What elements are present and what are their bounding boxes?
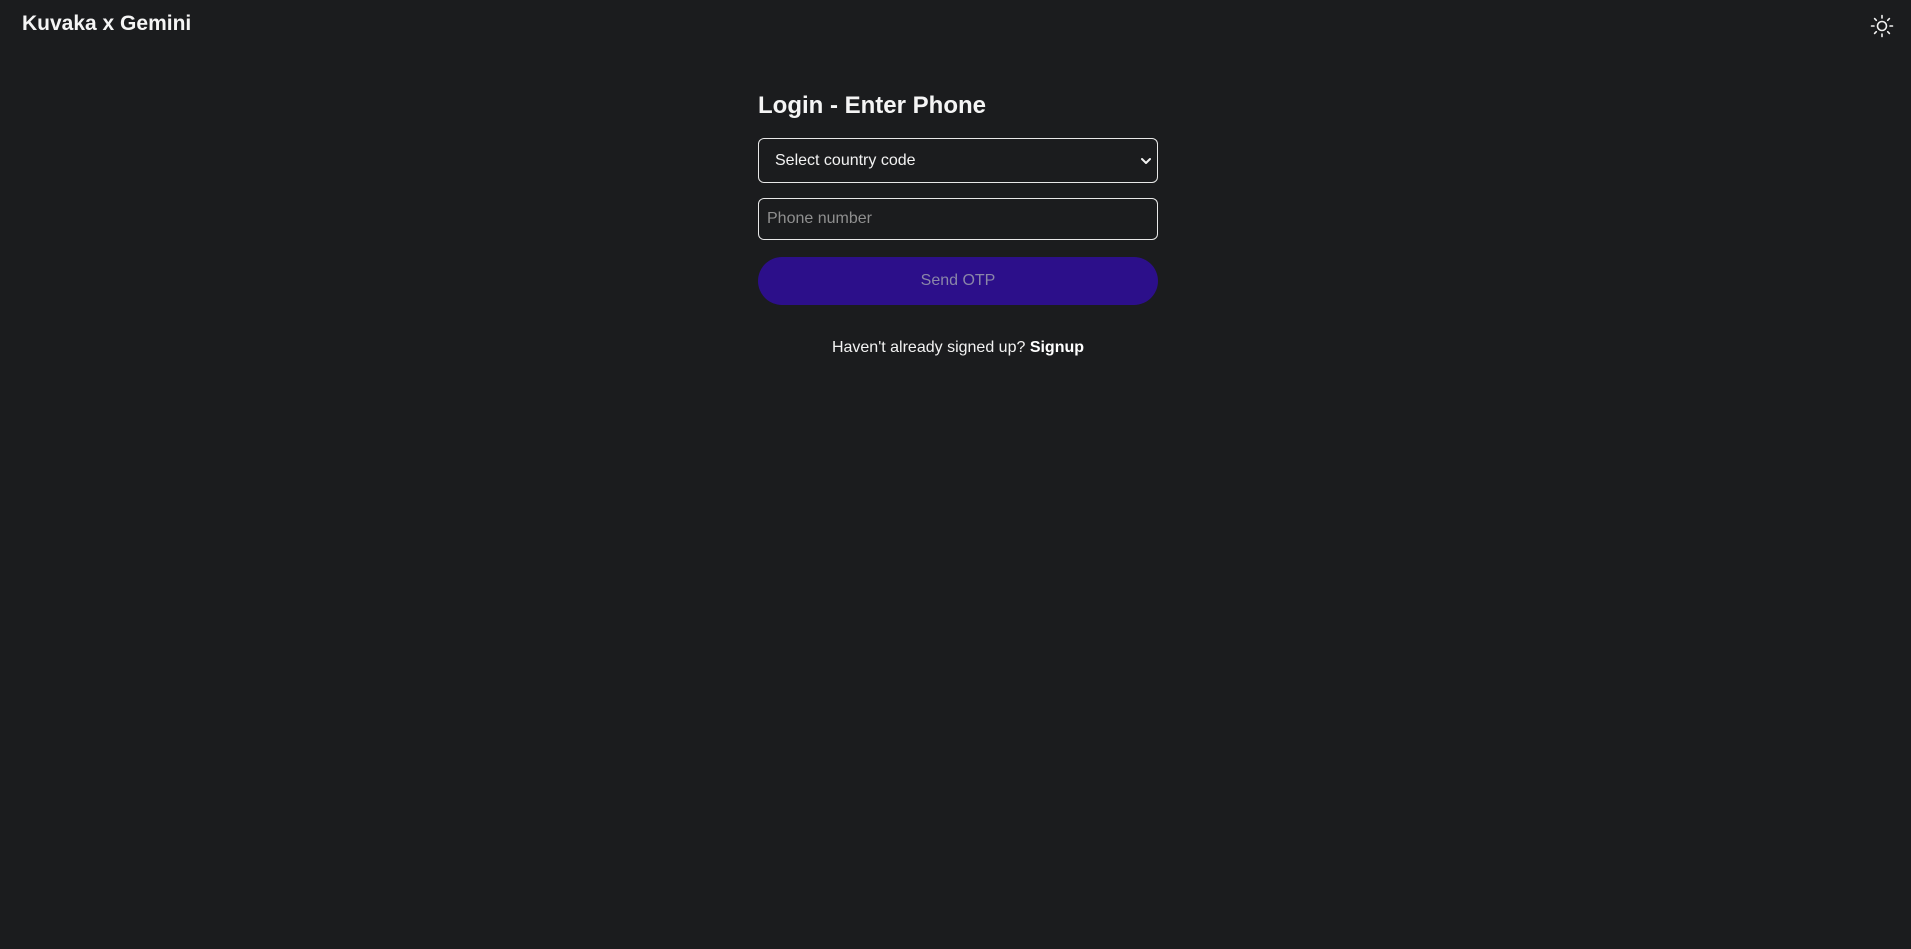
signup-prompt: Haven't already signed up? Signup	[758, 339, 1158, 357]
page-title: Login - Enter Phone	[758, 92, 986, 119]
theme-toggle-button[interactable]	[1868, 12, 1896, 40]
send-otp-button[interactable]: Send OTP	[758, 257, 1158, 305]
signup-prompt-text: Haven't already signed up?	[831, 339, 1026, 356]
country-code-selected-value: Select country code	[775, 152, 916, 169]
app-brand: Kuvaka x Gemini	[22, 12, 192, 35]
phone-number-input[interactable]	[758, 198, 1158, 240]
country-code-select[interactable]: Select country code	[758, 138, 1158, 183]
chevron-down-icon	[1141, 158, 1151, 164]
app-header: Kuvaka x Gemini	[0, 0, 1911, 48]
sun-icon	[1870, 14, 1894, 38]
login-card: Login - Enter Phone Select country code …	[758, 88, 1158, 356]
signup-link[interactable]: Signup	[1030, 339, 1084, 356]
